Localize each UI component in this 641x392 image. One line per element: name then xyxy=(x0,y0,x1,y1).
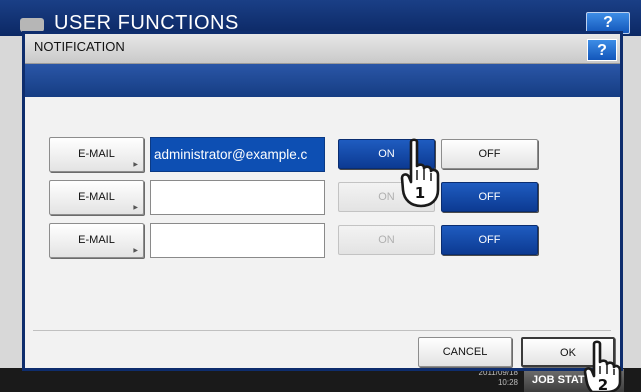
email-button-1[interactable]: E-MAIL ▶ xyxy=(49,137,144,172)
cancel-button[interactable]: CANCEL xyxy=(418,337,512,367)
callout-2-number: 2 xyxy=(598,376,608,392)
email-address-field-2[interactable] xyxy=(150,180,325,215)
email-button-2[interactable]: E-MAIL ▶ xyxy=(49,180,144,215)
off-button-3[interactable]: OFF xyxy=(441,225,538,255)
pointing-hand-icon-1: 1 xyxy=(400,138,440,208)
arrow-icon: ▶ xyxy=(133,162,138,168)
time-text: 10:28 xyxy=(497,378,518,387)
user-functions-icon xyxy=(20,18,44,32)
email-button-label: E-MAIL xyxy=(78,148,115,160)
off-button-2[interactable]: OFF xyxy=(441,182,538,212)
email-address-field-1[interactable]: administrator@example.c xyxy=(150,137,325,172)
background-title: USER FUNCTIONS xyxy=(54,12,239,34)
arrow-icon: ▶ xyxy=(133,205,138,211)
dialog-header-band xyxy=(25,64,620,97)
on-button-3[interactable]: ON xyxy=(338,225,435,255)
help-button[interactable]: ? xyxy=(587,39,617,61)
date-time-display: 2011/09/18 10:28 xyxy=(452,368,518,388)
dialog-title: NOTIFICATION xyxy=(34,39,125,54)
email-button-label: E-MAIL xyxy=(78,191,115,203)
footer-divider xyxy=(33,330,611,331)
arrow-icon: ▶ xyxy=(133,248,138,254)
email-button-3[interactable]: E-MAIL ▶ xyxy=(49,223,144,258)
callout-1-number: 1 xyxy=(415,184,425,202)
notification-dialog: NOTIFICATION ? E-MAIL ▶ administrator@ex… xyxy=(22,31,623,371)
email-button-label: E-MAIL xyxy=(78,234,115,246)
pointing-hand-icon-2: 2 xyxy=(583,340,622,392)
dialog-title-bar: NOTIFICATION ? xyxy=(25,34,620,64)
off-button-1[interactable]: OFF xyxy=(441,139,538,169)
email-address-field-3[interactable] xyxy=(150,223,325,258)
